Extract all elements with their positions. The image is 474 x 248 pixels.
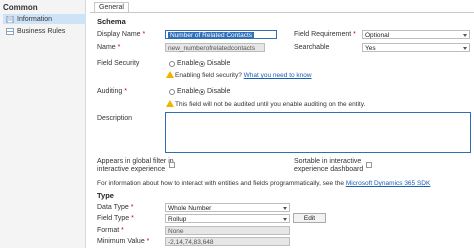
appears-in-filter-checkbox[interactable] [169, 162, 175, 168]
chevron-down-icon [463, 47, 467, 50]
sidebar-item-business-rules[interactable]: Business Rules [6, 26, 65, 36]
warning-icon [166, 100, 174, 107]
minimum-value-input: -2,14,74,83,648 [165, 237, 290, 246]
sdk-info-text: For information about how to interact wi… [97, 180, 431, 187]
field-type-label: Field Type * [97, 215, 134, 222]
auditing-enable-radio[interactable] [169, 89, 175, 95]
appears-in-filter-label: Appears in global filter in interactive e… [97, 158, 174, 173]
sortable-checkbox[interactable] [366, 162, 372, 168]
format-label: Format * [97, 227, 124, 234]
enable-label: Enable [177, 88, 199, 95]
disable-label: Disable [207, 88, 231, 95]
field-security-enable-radio[interactable] [169, 61, 175, 67]
field-requirement-select[interactable]: Optional [362, 30, 470, 39]
auditing-warning: This field will not be audited until you… [175, 101, 366, 108]
description-textarea[interactable] [165, 112, 471, 153]
format-select: None [165, 226, 290, 235]
schema-heading: Schema [97, 17, 126, 26]
security-warning: Enabling field security? What you need t… [175, 72, 312, 79]
sidebar: Common Information Business Rules [0, 0, 86, 248]
enable-label: Enable [177, 60, 199, 67]
minimum-value-label: Minimum Value * [97, 238, 150, 245]
security-link[interactable]: What you need to know [244, 72, 312, 79]
field-security-disable-radio[interactable] [199, 61, 205, 67]
tab-bar: General [90, 0, 474, 13]
tab-general[interactable]: General [94, 2, 129, 12]
searchable-label: Searchable [294, 44, 330, 51]
chevron-down-icon [283, 218, 287, 221]
name-label: Name * [97, 44, 121, 51]
sdk-link[interactable]: Microsoft Dynamics 365 SDK [346, 180, 431, 187]
disable-label: Disable [207, 60, 231, 67]
chevron-down-icon [283, 207, 287, 210]
edit-button[interactable]: Edit [293, 213, 326, 223]
data-type-select[interactable]: Whole Number [165, 203, 290, 212]
document-icon [6, 15, 14, 23]
sidebar-item-information[interactable]: Information [3, 14, 86, 24]
field-requirement-label: Field Requirement * [294, 31, 356, 38]
field-security-label: Field Security [97, 60, 140, 67]
sortable-label: Sortable in interactive experience dashbo… [294, 158, 364, 173]
display-name-input[interactable]: Number of Related Contacts [165, 30, 277, 39]
sidebar-title: Common [3, 3, 38, 12]
data-type-label: Data Type * [97, 204, 134, 211]
auditing-disable-radio[interactable] [199, 89, 205, 95]
chevron-down-icon [463, 34, 467, 37]
name-input: new_numberofrelatedcontacts [165, 43, 265, 52]
rules-icon [6, 27, 14, 35]
searchable-select[interactable]: Yes [362, 43, 470, 52]
type-heading: Type [97, 191, 114, 200]
sidebar-item-label: Business Rules [17, 27, 66, 35]
display-name-label: Display Name * [97, 31, 146, 38]
field-type-select[interactable]: Rollup [165, 214, 290, 223]
description-label: Description [97, 115, 133, 122]
warning-icon [166, 71, 174, 78]
sidebar-item-label: Information [17, 15, 53, 23]
auditing-label: Auditing * [97, 88, 127, 95]
